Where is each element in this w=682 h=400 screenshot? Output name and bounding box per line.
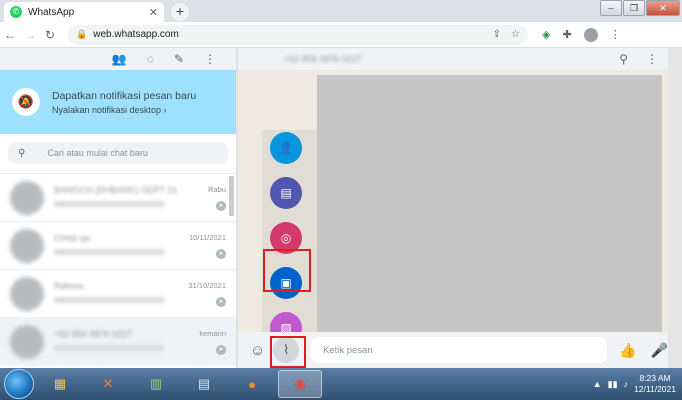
network-icon[interactable]: ▮▮: [608, 379, 618, 390]
pin-icon: ➤: [216, 248, 226, 259]
search-placeholder: Cari atau mulai chat baru: [47, 148, 148, 158]
microphone-icon[interactable]: 🎤: [651, 342, 668, 359]
highlight-attach: [270, 336, 306, 368]
clock[interactable]: 8:23 AM 12/11/2021: [634, 373, 676, 395]
address-bar[interactable]: 🔒 web.whatsapp.com ⇪ ☆: [68, 24, 528, 45]
highlight-sticker: [263, 249, 311, 292]
start-button[interactable]: [4, 369, 34, 399]
maximize-button[interactable]: ❐: [623, 0, 645, 16]
explorer-task-icon[interactable]: ▦: [38, 370, 82, 398]
clock-time: 8:23 AM: [639, 373, 671, 383]
chat-list-item[interactable]: BANGCH (DHBANC) SEPT 21 Rabu ➤: [0, 174, 236, 222]
chat-list-item[interactable]: Rahma 31/10/2021 ➤: [0, 270, 236, 318]
browser-tab[interactable]: ✆ WhatsApp ✕: [4, 2, 164, 22]
conversation-header[interactable]: +62 858 4876 0227 ⚲ ⋮: [238, 48, 668, 70]
url-text: web.whatsapp.com: [93, 29, 179, 40]
chrome-menu-icon[interactable]: ⋮: [610, 28, 621, 42]
notepad-task-icon[interactable]: ▥: [134, 370, 178, 398]
bell-off-icon: 🔕: [12, 88, 40, 116]
pin-icon: ➤: [216, 296, 226, 307]
chat-time: 10/11/2021: [189, 232, 226, 242]
whatsapp-app: 👥 ◌ ✎ ⋮ 🔕 Dapatkan notifikasi pesan baru…: [0, 48, 682, 400]
tab-title: WhatsApp: [28, 6, 75, 18]
share-icon[interactable]: ⇪: [493, 29, 501, 40]
contact-name: +62 858 4876 0227: [284, 54, 362, 64]
clock-date: 12/11/2021: [634, 384, 676, 394]
forward-icon[interactable]: →: [20, 28, 40, 42]
system-tray: ▲ ▮▮ ♪ 8:23 AM 12/11/2021: [593, 373, 682, 395]
avatar: [10, 324, 44, 359]
reload-icon[interactable]: ↻: [40, 28, 60, 42]
browser-toolbar: ← → ↻ 🔒 web.whatsapp.com ⇪ ☆ ◈ ✚ ⋮: [0, 22, 682, 48]
left-header: 👥 ◌ ✎ ⋮: [0, 48, 236, 70]
chat-time: 31/10/2021: [188, 280, 226, 290]
search-input[interactable]: ⚲ Cari atau mulai chat baru: [8, 142, 228, 164]
extensions-puzzle-icon[interactable]: ✚: [562, 28, 571, 42]
volume-icon[interactable]: ♪: [624, 379, 629, 389]
emoji-icon[interactable]: ☺: [250, 342, 265, 359]
pin-icon: ➤: [216, 344, 226, 355]
profile-avatar[interactable]: [583, 27, 598, 42]
chat-name: +62 856 4876 0227: [54, 328, 132, 339]
menu-icon[interactable]: ⋮: [204, 52, 216, 66]
new-chat-icon[interactable]: ✎: [174, 52, 184, 66]
window-controls: – ❐ ✕: [599, 0, 680, 16]
extension-icon[interactable]: ◈: [542, 28, 550, 42]
avatar: [10, 180, 44, 215]
status-icon[interactable]: ◌: [147, 52, 154, 66]
chat-time: Rabu: [208, 184, 226, 194]
chat-time: kemarin: [199, 328, 226, 338]
windows-taskbar: ▦ ✕ ▥ ▤ ● ◉ ▲ ▮▮ ♪ 8:23 AM 12/11/2021: [0, 368, 682, 400]
avatar: [10, 276, 44, 311]
notification-link[interactable]: Nyalakan notifikasi desktop ›: [52, 105, 196, 115]
chat-list-item[interactable]: +62 856 4876 0227 kemarin ➤: [0, 318, 236, 366]
chat-list-item[interactable]: Cintai qa 10/11/2021 ➤: [0, 222, 236, 270]
close-window-button[interactable]: ✕: [646, 0, 680, 16]
chat-preview: [54, 344, 164, 351]
search-bar: ⚲ Cari atau mulai chat baru: [0, 134, 236, 174]
page-scrollbar[interactable]: [668, 48, 682, 368]
minimize-button[interactable]: –: [600, 0, 622, 16]
tab-close-icon[interactable]: ✕: [149, 6, 158, 19]
notification-banner[interactable]: 🔕 Dapatkan notifikasi pesan baru Nyalaka…: [0, 70, 236, 134]
chat-preview: [54, 200, 164, 207]
bookmark-star-icon[interactable]: ☆: [511, 29, 520, 40]
document-icon[interactable]: ▤: [270, 177, 302, 209]
chat-name: Rahma: [54, 280, 84, 291]
whatsapp-icon: ✆: [10, 6, 22, 18]
back-icon[interactable]: ←: [0, 28, 20, 42]
chat-name: Cintai qa: [54, 232, 90, 243]
message-input[interactable]: [310, 337, 608, 363]
thumbs-up-icon[interactable]: 👍: [619, 342, 636, 359]
tray-arrow-icon[interactable]: ▲: [593, 379, 602, 389]
chat-list-panel: 👥 ◌ ✎ ⋮ 🔕 Dapatkan notifikasi pesan baru…: [0, 48, 237, 400]
firefox-task-icon[interactable]: ●: [230, 370, 274, 398]
attachment-preview-overlay: [317, 75, 662, 332]
search-icon: ⚲: [18, 147, 26, 159]
new-tab-button[interactable]: +: [171, 3, 189, 21]
lock-icon: 🔒: [76, 29, 88, 39]
contact-icon[interactable]: 👤: [270, 132, 302, 164]
avatar: [10, 228, 44, 263]
calculator-task-icon[interactable]: ▤: [182, 370, 226, 398]
chat-preview: [54, 296, 164, 303]
chat-preview: [54, 248, 164, 255]
conversation-panel: +62 858 4876 0227 ⚲ ⋮ 👤▤◎▣▨ ☺ ⌇ 👍 🎤: [238, 48, 668, 368]
new-group-icon[interactable]: 👥: [112, 52, 127, 66]
chat-name: BANGCH (DHBANC) SEPT 21: [54, 184, 178, 195]
search-messages-icon[interactable]: ⚲: [619, 52, 628, 66]
screen: ✆ WhatsApp ✕ + – ❐ ✕ ← → ↻ 🔒 web.whatsap…: [0, 0, 682, 400]
conversation-menu-icon[interactable]: ⋮: [646, 52, 658, 66]
pin-icon: ➤: [216, 200, 226, 211]
notification-title: Dapatkan notifikasi pesan baru: [52, 89, 197, 102]
xampp-task-icon[interactable]: ✕: [86, 370, 130, 398]
chrome-task-icon[interactable]: ◉: [278, 370, 322, 398]
browser-tab-bar: ✆ WhatsApp ✕ + – ❐ ✕: [0, 0, 682, 22]
chat-list-scrollbar[interactable]: [229, 176, 234, 216]
chat-list: BANGCH (DHBANC) SEPT 21 Rabu ➤ Cintai qa 10/…: [0, 174, 236, 400]
